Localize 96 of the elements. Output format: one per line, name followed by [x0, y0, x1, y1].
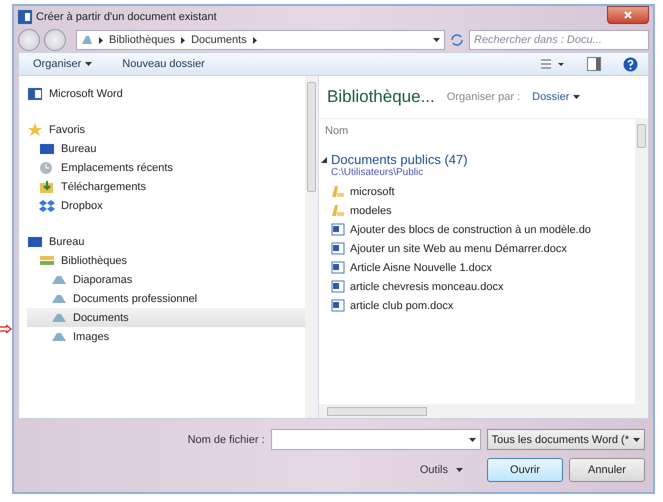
expanded-icon[interactable]	[321, 156, 327, 162]
nav-item[interactable]: Emplacements récents	[27, 158, 305, 177]
nav-item[interactable]: Bureau	[27, 139, 305, 158]
nav-label: Emplacements récents	[61, 162, 173, 174]
file-item[interactable]: Ajouter un site Web au menu Démarrer.docx	[319, 239, 635, 258]
file-name: article club pom.docx	[350, 300, 454, 312]
word-document-icon	[331, 280, 345, 293]
nav-label: Favoris	[49, 124, 86, 136]
nav-item[interactable]: Images	[27, 327, 305, 346]
horizontal-scrollbar[interactable]	[319, 404, 648, 418]
recent-places-icon	[39, 160, 55, 174]
file-name: Ajouter un site Web au menu Démarrer.docx	[350, 242, 567, 254]
arrange-label: Organiser par :	[446, 91, 520, 103]
file-item[interactable]: article club pom.docx	[319, 296, 635, 315]
nav-item[interactable]: Téléchargements	[27, 177, 305, 196]
word-icon	[18, 10, 32, 24]
close-button[interactable]	[607, 6, 649, 24]
preview-pane-icon[interactable]	[587, 57, 601, 71]
caret-icon	[85, 62, 92, 66]
dropdown-icon	[468, 438, 476, 442]
arrange-dropdown[interactable]: Dossier	[532, 91, 580, 103]
file-item[interactable]: microsoft	[319, 182, 635, 201]
chevron-icon	[99, 36, 103, 44]
caret-icon	[456, 468, 463, 472]
file-name: microsoft	[350, 186, 395, 198]
scrollbar[interactable]	[305, 76, 318, 418]
search-field[interactable]: Rechercher dans : Docu...	[469, 30, 649, 50]
nav-label: Documents professionnel	[73, 292, 198, 304]
nav-label: Bibliothèques	[61, 254, 128, 266]
dropbox-icon	[39, 198, 55, 212]
chevron-icon	[181, 36, 186, 44]
nav-label: Dropbox	[61, 200, 103, 212]
scrollbar[interactable]	[635, 118, 648, 404]
nav-item[interactable]: Documents professionnel	[27, 289, 305, 308]
close-icon	[624, 11, 632, 19]
caret-icon	[633, 438, 640, 442]
breadcrumb[interactable]: Documents	[191, 34, 247, 46]
organize-button[interactable]: Organiser	[29, 56, 96, 72]
nav-label: Documents	[73, 312, 129, 324]
help-icon[interactable]	[623, 56, 638, 72]
open-button[interactable]: Ouvrir	[487, 458, 563, 482]
nav-label: Téléchargements	[61, 180, 146, 192]
address-bar[interactable]: Bibliothèques Documents	[76, 30, 445, 50]
nav-label: Images	[73, 330, 110, 342]
refresh-icon[interactable]	[449, 32, 465, 48]
nav-label: Bureau	[49, 236, 84, 248]
nav-label: Bureau	[61, 142, 96, 154]
library-icon	[81, 34, 93, 46]
window-title: Créer à partir d'un document existant	[36, 11, 218, 23]
file-name: Article Aisne Nouvelle 1.docx	[350, 262, 492, 274]
word-icon	[27, 86, 43, 100]
group-path: C:\Utilisateurs\Public	[330, 167, 424, 178]
nav-item[interactable]: Documents	[27, 308, 305, 327]
dropdown-icon	[433, 38, 440, 42]
arrow-icon	[0, 324, 12, 334]
word-document-icon	[331, 261, 345, 274]
group-title: Documents publics (47)	[331, 152, 468, 167]
library-icon	[39, 254, 55, 268]
nav-label: Microsoft Word	[49, 88, 123, 100]
caret-icon	[573, 95, 580, 99]
word-document-icon	[331, 242, 345, 255]
filename-label: Nom de fichier :	[188, 434, 265, 446]
nav-label: Diaporamas	[73, 274, 132, 286]
filename-field[interactable]	[270, 429, 481, 450]
tools-button[interactable]: Outils	[414, 463, 469, 477]
folder-icon	[331, 185, 345, 198]
file-item[interactable]: Ajouter des blocs de construction à un modèle.do	[319, 220, 635, 239]
view-icon[interactable]	[541, 58, 565, 70]
nav-item[interactable]: Favoris	[27, 120, 305, 139]
cancel-button[interactable]: Annuler	[569, 458, 645, 482]
forward-button[interactable]	[44, 29, 66, 51]
new-folder-button[interactable]: Nouveau dossier	[118, 56, 209, 72]
nav-item[interactable]: Diaporamas	[27, 270, 305, 289]
file-name: Ajouter des blocs de construction à un modèle.do	[350, 224, 591, 236]
nav-item[interactable]: Bureau	[27, 232, 305, 251]
folder-icon	[331, 204, 345, 217]
file-name: modeles	[350, 204, 392, 216]
desktop-icon	[39, 142, 55, 156]
column-header[interactable]: Nom	[319, 118, 635, 142]
nav-item[interactable]: Bibliothèques	[27, 251, 305, 270]
star-icon	[27, 122, 43, 136]
chevron-icon	[252, 36, 257, 44]
file-item[interactable]: modeles	[319, 201, 635, 220]
nav-item[interactable]: Microsoft Word	[27, 84, 305, 103]
word-document-icon	[331, 299, 345, 312]
nav-item[interactable]: Dropbox	[27, 196, 305, 215]
file-name: article chevresis monceau.docx	[350, 280, 504, 292]
file-item[interactable]: article chevresis monceau.docx	[319, 277, 635, 296]
back-button[interactable]	[18, 29, 40, 51]
word-document-icon	[331, 223, 345, 236]
desktop-icon	[27, 234, 43, 248]
library-heading: Bibliothèque...	[327, 87, 435, 107]
file-type-dropdown[interactable]: Tous les documents Word (*	[486, 429, 645, 450]
file-item[interactable]: Article Aisne Nouvelle 1.docx	[319, 258, 635, 277]
breadcrumb[interactable]: Bibliothèques	[109, 34, 176, 46]
download-folder-icon	[39, 180, 55, 194]
